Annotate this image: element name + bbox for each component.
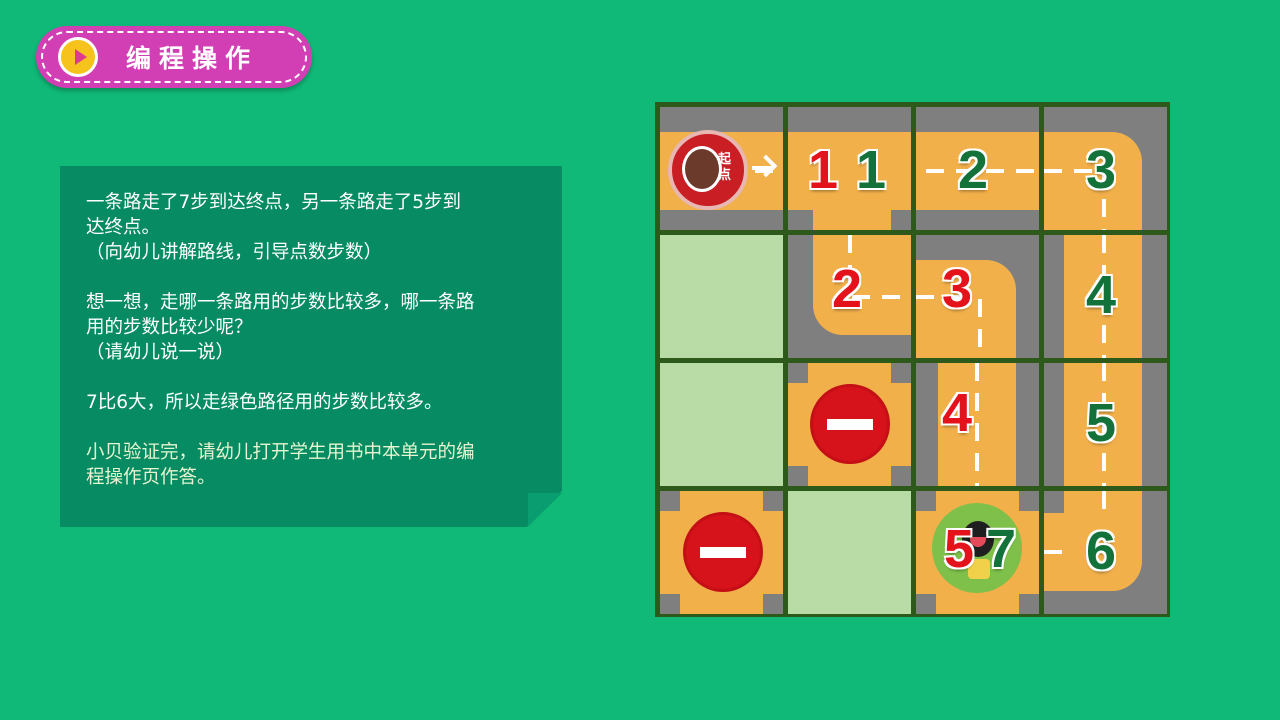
- board-tile: [916, 235, 1039, 358]
- grass-tile: [788, 491, 911, 614]
- instruction-line: 想一想，走哪一条路用的步数比较多，哪一条路: [86, 292, 475, 313]
- card-page-fold: [528, 493, 562, 527]
- start-character-icon: [682, 146, 722, 192]
- green-step-number: 2: [958, 140, 989, 200]
- grass-tile: [660, 235, 783, 358]
- instruction-text: 一条路走了7步到达终点，另一条路走了5步到 达终点。 （向幼儿讲解路线，引导点数…: [86, 190, 546, 490]
- instruction-line: （请幼儿说一说）: [86, 342, 235, 363]
- red-step-number: 1: [808, 140, 839, 200]
- no-entry-icon: [810, 384, 890, 464]
- section-title: 编程操作: [126, 44, 259, 73]
- green-step-number: 7: [986, 519, 1017, 579]
- green-step-number: 5: [1086, 393, 1117, 453]
- red-step-number: 3: [942, 259, 973, 319]
- green-step-number: 6: [1086, 521, 1117, 581]
- grass-tile: [660, 363, 783, 486]
- play-icon[interactable]: [58, 37, 98, 77]
- red-step-number: 2: [832, 259, 863, 319]
- instruction-line: 达终点。: [86, 217, 161, 238]
- instruction-line: 用的步数比较少呢？: [86, 317, 253, 338]
- green-step-number: 4: [1086, 265, 1117, 325]
- green-step-number: 3: [1086, 140, 1117, 200]
- start-label: 起点: [718, 152, 732, 183]
- section-badge: 编程操作: [36, 26, 312, 88]
- board-tile: [916, 363, 1039, 486]
- red-step-number: 5: [944, 519, 975, 579]
- no-entry-icon: [683, 512, 763, 592]
- instruction-line: 小贝验证完，请幼儿打开学生用书中本单元的编: [86, 442, 475, 463]
- instruction-line: 程操作页作答。: [86, 467, 216, 488]
- red-step-number: 4: [942, 383, 973, 443]
- start-marker: 起点: [668, 130, 748, 210]
- instruction-line: 7比6大，所以走绿色路径用的步数比较多。: [86, 392, 443, 413]
- instruction-line: 一条路走了7步到达终点，另一条路走了5步到: [86, 192, 462, 213]
- board-tile: [788, 107, 911, 230]
- arrow-right-icon: [752, 166, 772, 170]
- instruction-line: （向幼儿讲解路线，引导点数步数）: [86, 242, 383, 263]
- green-step-number: 1: [856, 140, 887, 200]
